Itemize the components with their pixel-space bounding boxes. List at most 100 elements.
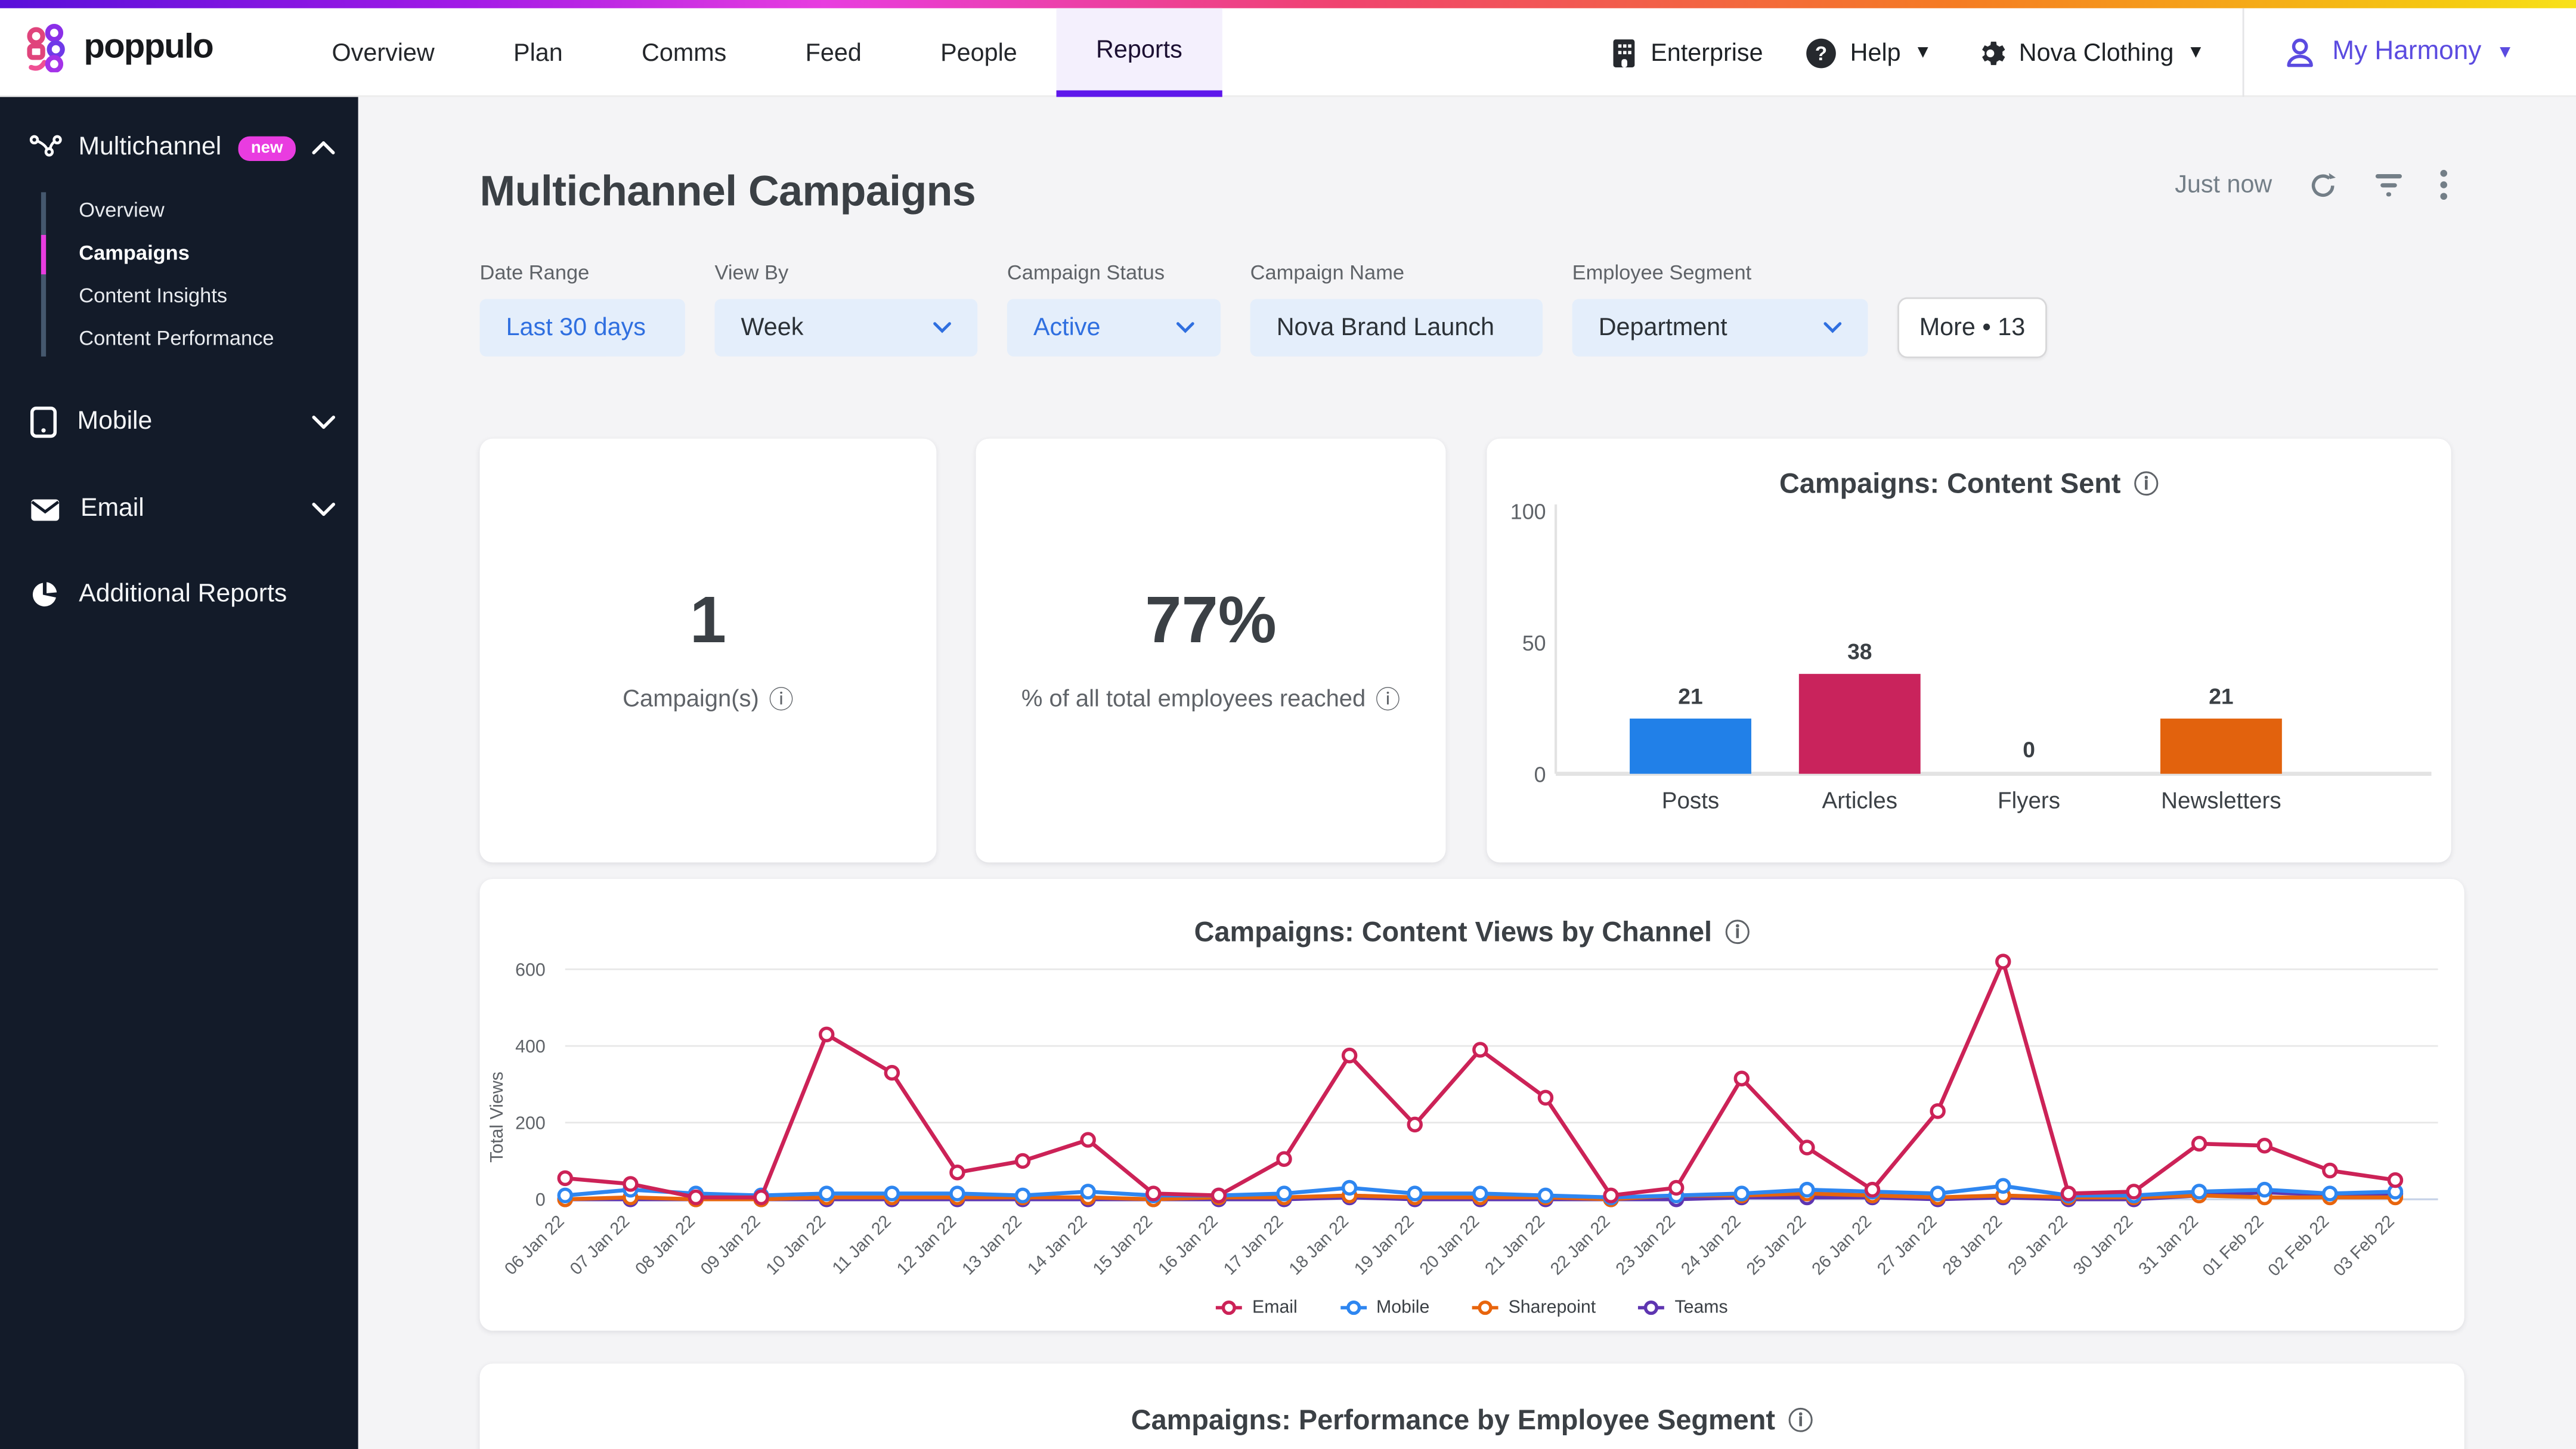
org-settings-menu[interactable]: Nova Clothing ▼ [1961,37,2218,68]
kpi-label-text: Campaign(s) [623,686,759,712]
nav-plan[interactable]: Plan [474,8,602,97]
sidebar: Multichannel new Overview Campaigns Cont… [0,97,358,1449]
date-range-chip[interactable]: Last 30 days [479,299,685,356]
segment-performance-chart-title: Campaigns: Performance by Employee Segme… [479,1403,2464,1438]
page-title: Multichannel Campaigns [479,166,976,216]
sidebar-item-content-performance[interactable]: Content Performance [41,317,358,360]
info-icon[interactable]: ⓘ [2134,466,2159,501]
app-root: poppulo Overview Plan Comms Feed People … [0,0,2576,1449]
svg-text:Articles: Articles [1822,788,1897,814]
nav-comms[interactable]: Comms [602,8,766,97]
enterprise-label: Enterprise [1651,39,1763,67]
svg-text:Flyers: Flyers [1998,788,2060,814]
help-menu[interactable]: ? Help ▼ [1792,37,1945,68]
campaign-name-chip[interactable]: Nova Brand Launch [1250,299,1543,356]
legend-item-mobile[interactable]: Mobile [1340,1298,1429,1318]
legend-item-sharepoint[interactable]: Sharepoint [1472,1298,1596,1318]
nav-people[interactable]: People [901,8,1057,97]
campaign-status-select[interactable]: Active [1007,299,1221,356]
poppulo-logo[interactable]: poppulo [23,23,213,73]
svg-text:08 Jan 22: 08 Jan 22 [632,1212,699,1278]
org-label: Nova Clothing [2019,39,2174,67]
svg-text:21 Jan 22: 21 Jan 22 [1481,1212,1548,1278]
legend-marker-icon [1639,1299,1665,1316]
svg-text:24 Jan 22: 24 Jan 22 [1677,1212,1744,1278]
chevron-up-icon [312,141,335,154]
svg-text:200: 200 [515,1114,546,1134]
sidebar-item-overview[interactable]: Overview [41,189,358,232]
svg-text:21: 21 [1678,683,1702,708]
filter-button[interactable] [2374,172,2404,198]
info-icon[interactable]: ⓘ [1376,682,1400,716]
sidebar-item-content-insights[interactable]: Content Insights [41,274,358,317]
kpi-campaigns-value: 1 [690,585,726,659]
filter-icon [2374,172,2404,198]
legend-label: Teams [1674,1298,1727,1318]
filter-campaign-name: Campaign Name Nova Brand Launch [1250,261,1543,357]
svg-text:16 Jan 22: 16 Jan 22 [1154,1212,1221,1278]
svg-text:17 Jan 22: 17 Jan 22 [1220,1212,1287,1278]
chart-title-text: Campaigns: Content Sent [1779,467,2121,500]
gear-icon [1974,37,2005,68]
content-views-line-chart[interactable]: Total Views020040060006 Jan 2207 Jan 220… [479,949,2464,1286]
info-icon[interactable]: ⓘ [1788,1403,1813,1438]
date-range-value: Last 30 days [506,314,646,342]
sidebar-mobile-label: Mobile [77,407,152,437]
refresh-button[interactable] [2308,170,2338,200]
chevron-down-icon [312,416,335,429]
header-divider [2243,8,2244,97]
content-views-chart-title: Campaigns: Content Views by Channel ⓘ [479,915,2464,950]
svg-text:10 Jan 22: 10 Jan 22 [763,1212,829,1278]
campaign-name-value: Nova Brand Launch [1277,314,1494,342]
svg-text:15 Jan 22: 15 Jan 22 [1089,1212,1156,1278]
chevron-down-icon: ▼ [2187,44,2205,61]
content-sent-bar-chart[interactable]: 10050021Posts38Articles0Flyers21Newslett… [1487,501,2451,854]
legend-item-email[interactable]: Email [1216,1298,1297,1318]
legend-item-teams[interactable]: Teams [1639,1298,1728,1318]
view-by-value: Week [741,314,804,342]
enterprise-menu[interactable]: Enterprise [1596,37,1776,68]
svg-text:27 Jan 22: 27 Jan 22 [1874,1212,1940,1278]
multichannel-icon [30,133,62,163]
nav-overview[interactable]: Overview [292,8,473,97]
sidebar-item-additional-reports[interactable]: Additional Reports [0,557,358,633]
more-filters-button[interactable]: More • 13 [1897,298,2047,358]
kpi-card-employees-reached: 77% % of all total employees reached ⓘ [976,439,1446,863]
top-bar: poppulo Overview Plan Comms Feed People … [0,0,2576,97]
svg-text:25 Jan 22: 25 Jan 22 [1743,1212,1810,1278]
svg-text:06 Jan 22: 06 Jan 22 [501,1212,568,1278]
employee-segment-select[interactable]: Department [1572,299,1868,356]
filter-label: Campaign Status [1007,261,1221,284]
refresh-icon [2308,170,2338,200]
employee-segment-value: Department [1599,314,1727,342]
info-icon[interactable]: ⓘ [1725,915,1750,950]
sidebar-item-mobile[interactable]: Mobile [0,383,358,462]
svg-text:100: 100 [1510,501,1546,524]
chevron-down-icon [312,503,335,516]
filter-label: Employee Segment [1572,261,1868,284]
svg-text:0: 0 [2023,737,2035,762]
sidebar-item-multichannel[interactable]: Multichannel new [0,97,358,186]
svg-text:18 Jan 22: 18 Jan 22 [1286,1212,1352,1278]
brand-gradient-strip [0,0,2576,8]
svg-text:Newsletters: Newsletters [2161,788,2281,814]
chevron-down-icon: ▼ [2496,44,2514,61]
svg-text:07 Jan 22: 07 Jan 22 [566,1212,633,1278]
legend-marker-icon [1340,1299,1366,1316]
nav-reports[interactable]: Reports [1057,8,1222,97]
svg-text:02 Feb 22: 02 Feb 22 [2265,1212,2333,1280]
more-options-button[interactable] [2439,169,2448,200]
info-icon[interactable]: ⓘ [769,682,793,716]
user-menu[interactable]: My Harmony ▼ [2246,8,2550,97]
sidebar-item-campaigns[interactable]: Campaigns [41,231,358,274]
content-sent-chart-title: Campaigns: Content Sent ⓘ [1487,466,2451,501]
chevron-down-icon: ▼ [1914,44,1932,61]
svg-text:28 Jan 22: 28 Jan 22 [1939,1212,2006,1278]
filter-label: Campaign Name [1250,261,1543,284]
svg-text:20 Jan 22: 20 Jan 22 [1416,1212,1483,1278]
view-by-select[interactable]: Week [714,299,977,356]
svg-text:0: 0 [535,1190,546,1210]
sidebar-item-email[interactable]: Email [0,472,358,547]
svg-text:29 Jan 22: 29 Jan 22 [2004,1212,2071,1278]
nav-feed[interactable]: Feed [766,8,900,97]
